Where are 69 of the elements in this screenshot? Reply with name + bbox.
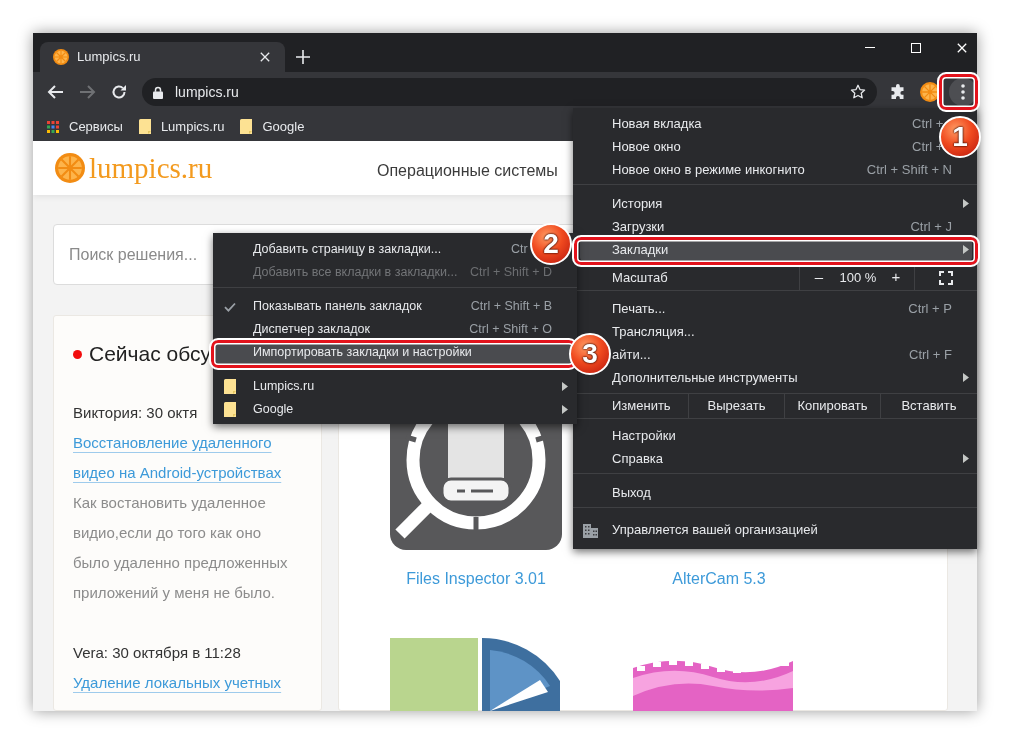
menu-item[interactable]: Показывать панель закладок Ctrl + Shift + B (224, 295, 552, 318)
menu-action-button[interactable]: Вставить (880, 394, 977, 418)
comment-text: Как востановить удаленное видио,если до того как оно было удаленно предложенных приложений у меня не было. (73, 493, 289, 603)
zoom-level: 100 % (838, 268, 878, 287)
comment-author: Виктория: 30 октя (73, 403, 198, 423)
back-arrow-icon (47, 85, 63, 99)
menu-item[interactable]: Новое окно в режиме инкогнито Ctrl + Shift + N (612, 158, 952, 181)
menu-action-button[interactable]: Копировать (784, 394, 880, 418)
highlight-ring (937, 72, 980, 112)
comment-author: Vera: 30 октября в 11:28 (73, 643, 241, 663)
keyboard-shortcut: Ctrl + Shift + B (470, 298, 552, 316)
dot-icon (73, 349, 82, 359)
keyboard-shortcut: Ctrl + F (909, 345, 952, 364)
zoom-out-button[interactable]: – (800, 265, 838, 290)
bookmark-item[interactable]: Lumpics.ru (132, 113, 231, 140)
menu-item[interactable]: Настройки (612, 424, 676, 447)
keyboard-shortcut: Ctrl + Shift + D (470, 264, 552, 282)
bookmark-item[interactable]: Сервисы (41, 113, 129, 140)
close-icon (260, 52, 270, 62)
menu-item[interactable]: Lumpics.ru (224, 375, 568, 398)
menu-item[interactable]: Загрузки Ctrl + J (612, 215, 952, 238)
folder-icon (240, 119, 253, 134)
menu-item[interactable]: Диспетчер закладок Ctrl + Shift + O (224, 318, 552, 341)
reload-icon (111, 84, 127, 100)
menu-item[interactable]: Управляется вашей организацией (573, 515, 977, 545)
new-tab-button[interactable] (293, 47, 313, 67)
bookmark-item[interactable]: Google (234, 113, 311, 140)
keyboard-shortcut: Ctrl + P (908, 299, 952, 318)
drive-magnifier-icon (390, 424, 562, 550)
browser-tab[interactable]: Lumpics.ru (40, 42, 285, 72)
menu-item[interactable]: Google (224, 398, 568, 421)
menu-item[interactable]: Трансляция... (612, 320, 695, 343)
menu-label: Изменить (612, 397, 671, 416)
menu-item[interactable]: Дополнительные инструменты (612, 366, 969, 389)
folder-icon (224, 402, 236, 417)
address-bar[interactable]: lumpics.ru (142, 78, 877, 106)
keyboard-shortcut: Ctr (511, 241, 528, 259)
keyboard-shortcut: Ctrl + Shift + O (469, 321, 552, 339)
keyboard-shortcut: Ctrl + Shift + N (866, 160, 952, 179)
maximize-icon (911, 42, 921, 53)
building-icon (583, 522, 598, 538)
nav-link[interactable]: Операционные системы (377, 153, 558, 183)
menu-item[interactable]: Выход (612, 481, 651, 504)
menu-action-button[interactable]: Вырезать (688, 394, 784, 418)
citrus-slice-icon (920, 82, 940, 102)
menu-item[interactable]: айти... Ctrl + F (612, 343, 952, 366)
minimize-icon (865, 47, 875, 48)
plus-icon (296, 50, 310, 64)
fullscreen-icon (939, 270, 953, 285)
star-icon (850, 84, 866, 100)
zoom-in-button[interactable]: + (878, 265, 914, 290)
lock-icon (153, 85, 163, 99)
menu-item[interactable]: История (612, 192, 969, 215)
menu-label: Масштаб (612, 268, 668, 287)
folder-icon (138, 119, 151, 134)
menu-item[interactable]: Справка (612, 447, 969, 470)
folder-icon (224, 379, 236, 394)
menu-item[interactable]: Добавить страницу в закладки... Ctr (224, 238, 528, 261)
forward-arrow-icon (80, 85, 96, 99)
puzzle-piece-icon (890, 84, 906, 100)
bookmark-star-button[interactable] (850, 84, 866, 100)
menu-item[interactable]: Печать... Ctrl + P (612, 297, 952, 320)
citrus-slice-icon (53, 49, 69, 65)
keyboard-shortcut: Ctrl + J (910, 217, 952, 236)
citrus-slice-icon (55, 153, 85, 183)
apps-grid-icon (47, 120, 59, 133)
close-icon (957, 42, 967, 53)
section-heading: Сейчас обсу (89, 341, 211, 367)
more-vertical-icon (961, 84, 965, 100)
